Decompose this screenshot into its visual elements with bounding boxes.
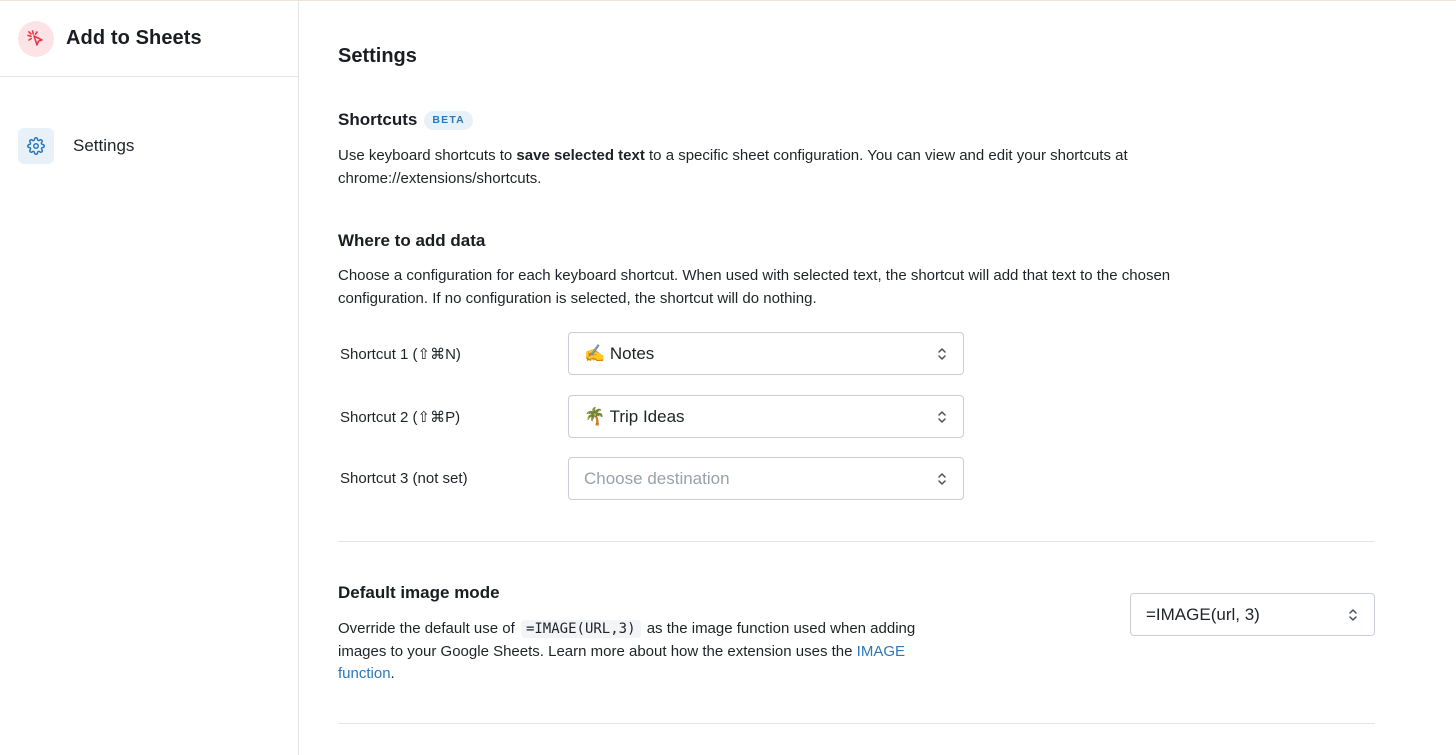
shortcut-label: Shortcut 3 (not set): [340, 470, 468, 487]
shortcuts-desc-bold: save selected text: [516, 147, 645, 164]
sidebar-item-settings[interactable]: Settings: [18, 128, 298, 164]
shortcut-3-select[interactable]: Choose destination: [568, 457, 964, 500]
brand-header: Add to Sheets: [0, 1, 298, 77]
sidebar-nav: Settings: [0, 77, 298, 164]
shortcuts-description: Use keyboard shortcuts to save selected …: [338, 145, 1178, 190]
shortcut-1-select[interactable]: ✍️ Notes: [568, 332, 964, 375]
image-mode-description: Override the default use of =IMAGE(URL,3…: [338, 618, 938, 686]
gear-icon: [18, 128, 54, 164]
image-desc-start: Override the default use of: [338, 620, 515, 637]
image-mode-select[interactable]: =IMAGE(url, 3): [1130, 593, 1375, 636]
beta-badge: BETA: [424, 110, 473, 130]
app-name: Add to Sheets: [66, 27, 202, 49]
shortcut-label: Shortcut 2 (⇧⌘P): [340, 408, 461, 426]
select-value: =IMAGE(url, 3): [1146, 604, 1260, 624]
shortcut-row-1: Shortcut 1 (⇧⌘N) ✍️ Notes: [340, 332, 966, 375]
select-value: ✍️ Notes: [584, 343, 655, 363]
section-divider: [338, 723, 1375, 724]
select-placeholder: Choose destination: [584, 468, 730, 488]
cursor-sparkle-icon: [18, 20, 54, 57]
select-value: 🌴 Trip Ideas: [584, 406, 685, 426]
sidebar: Add to Sheets Settings: [0, 1, 299, 755]
shortcut-row-2: Shortcut 2 (⇧⌘P) 🌴 Trip Ideas: [340, 395, 966, 438]
page-title: Settings: [338, 45, 417, 67]
shortcuts-desc-start: Use keyboard shortcuts to: [338, 147, 517, 164]
chevron-up-down-icon: [936, 345, 948, 368]
sidebar-item-label: Settings: [73, 136, 135, 155]
section-divider: [338, 541, 1375, 542]
app-window: Add to Sheets Settings Settings Shortcut…: [0, 0, 1456, 755]
shortcut-row-3: Shortcut 3 (not set) Choose destination: [340, 457, 966, 500]
chevron-up-down-icon: [936, 408, 948, 431]
chevron-up-down-icon: [1347, 606, 1359, 629]
where-to-add-description: Choose a configuration for each keyboard…: [338, 267, 1171, 307]
shortcuts-section-heading: Shortcuts BETA: [338, 110, 473, 130]
image-function-code: =IMAGE(URL,3): [520, 620, 641, 638]
chevron-up-down-icon: [936, 470, 948, 493]
shortcuts-heading: Shortcuts: [338, 110, 418, 129]
image-desc-end: .: [390, 665, 395, 682]
image-mode-heading: Default image mode: [338, 583, 500, 602]
shortcut-2-select[interactable]: 🌴 Trip Ideas: [568, 395, 964, 438]
where-to-add-heading: Where to add data: [338, 231, 486, 250]
shortcut-label: Shortcut 1 (⇧⌘N): [340, 345, 461, 363]
